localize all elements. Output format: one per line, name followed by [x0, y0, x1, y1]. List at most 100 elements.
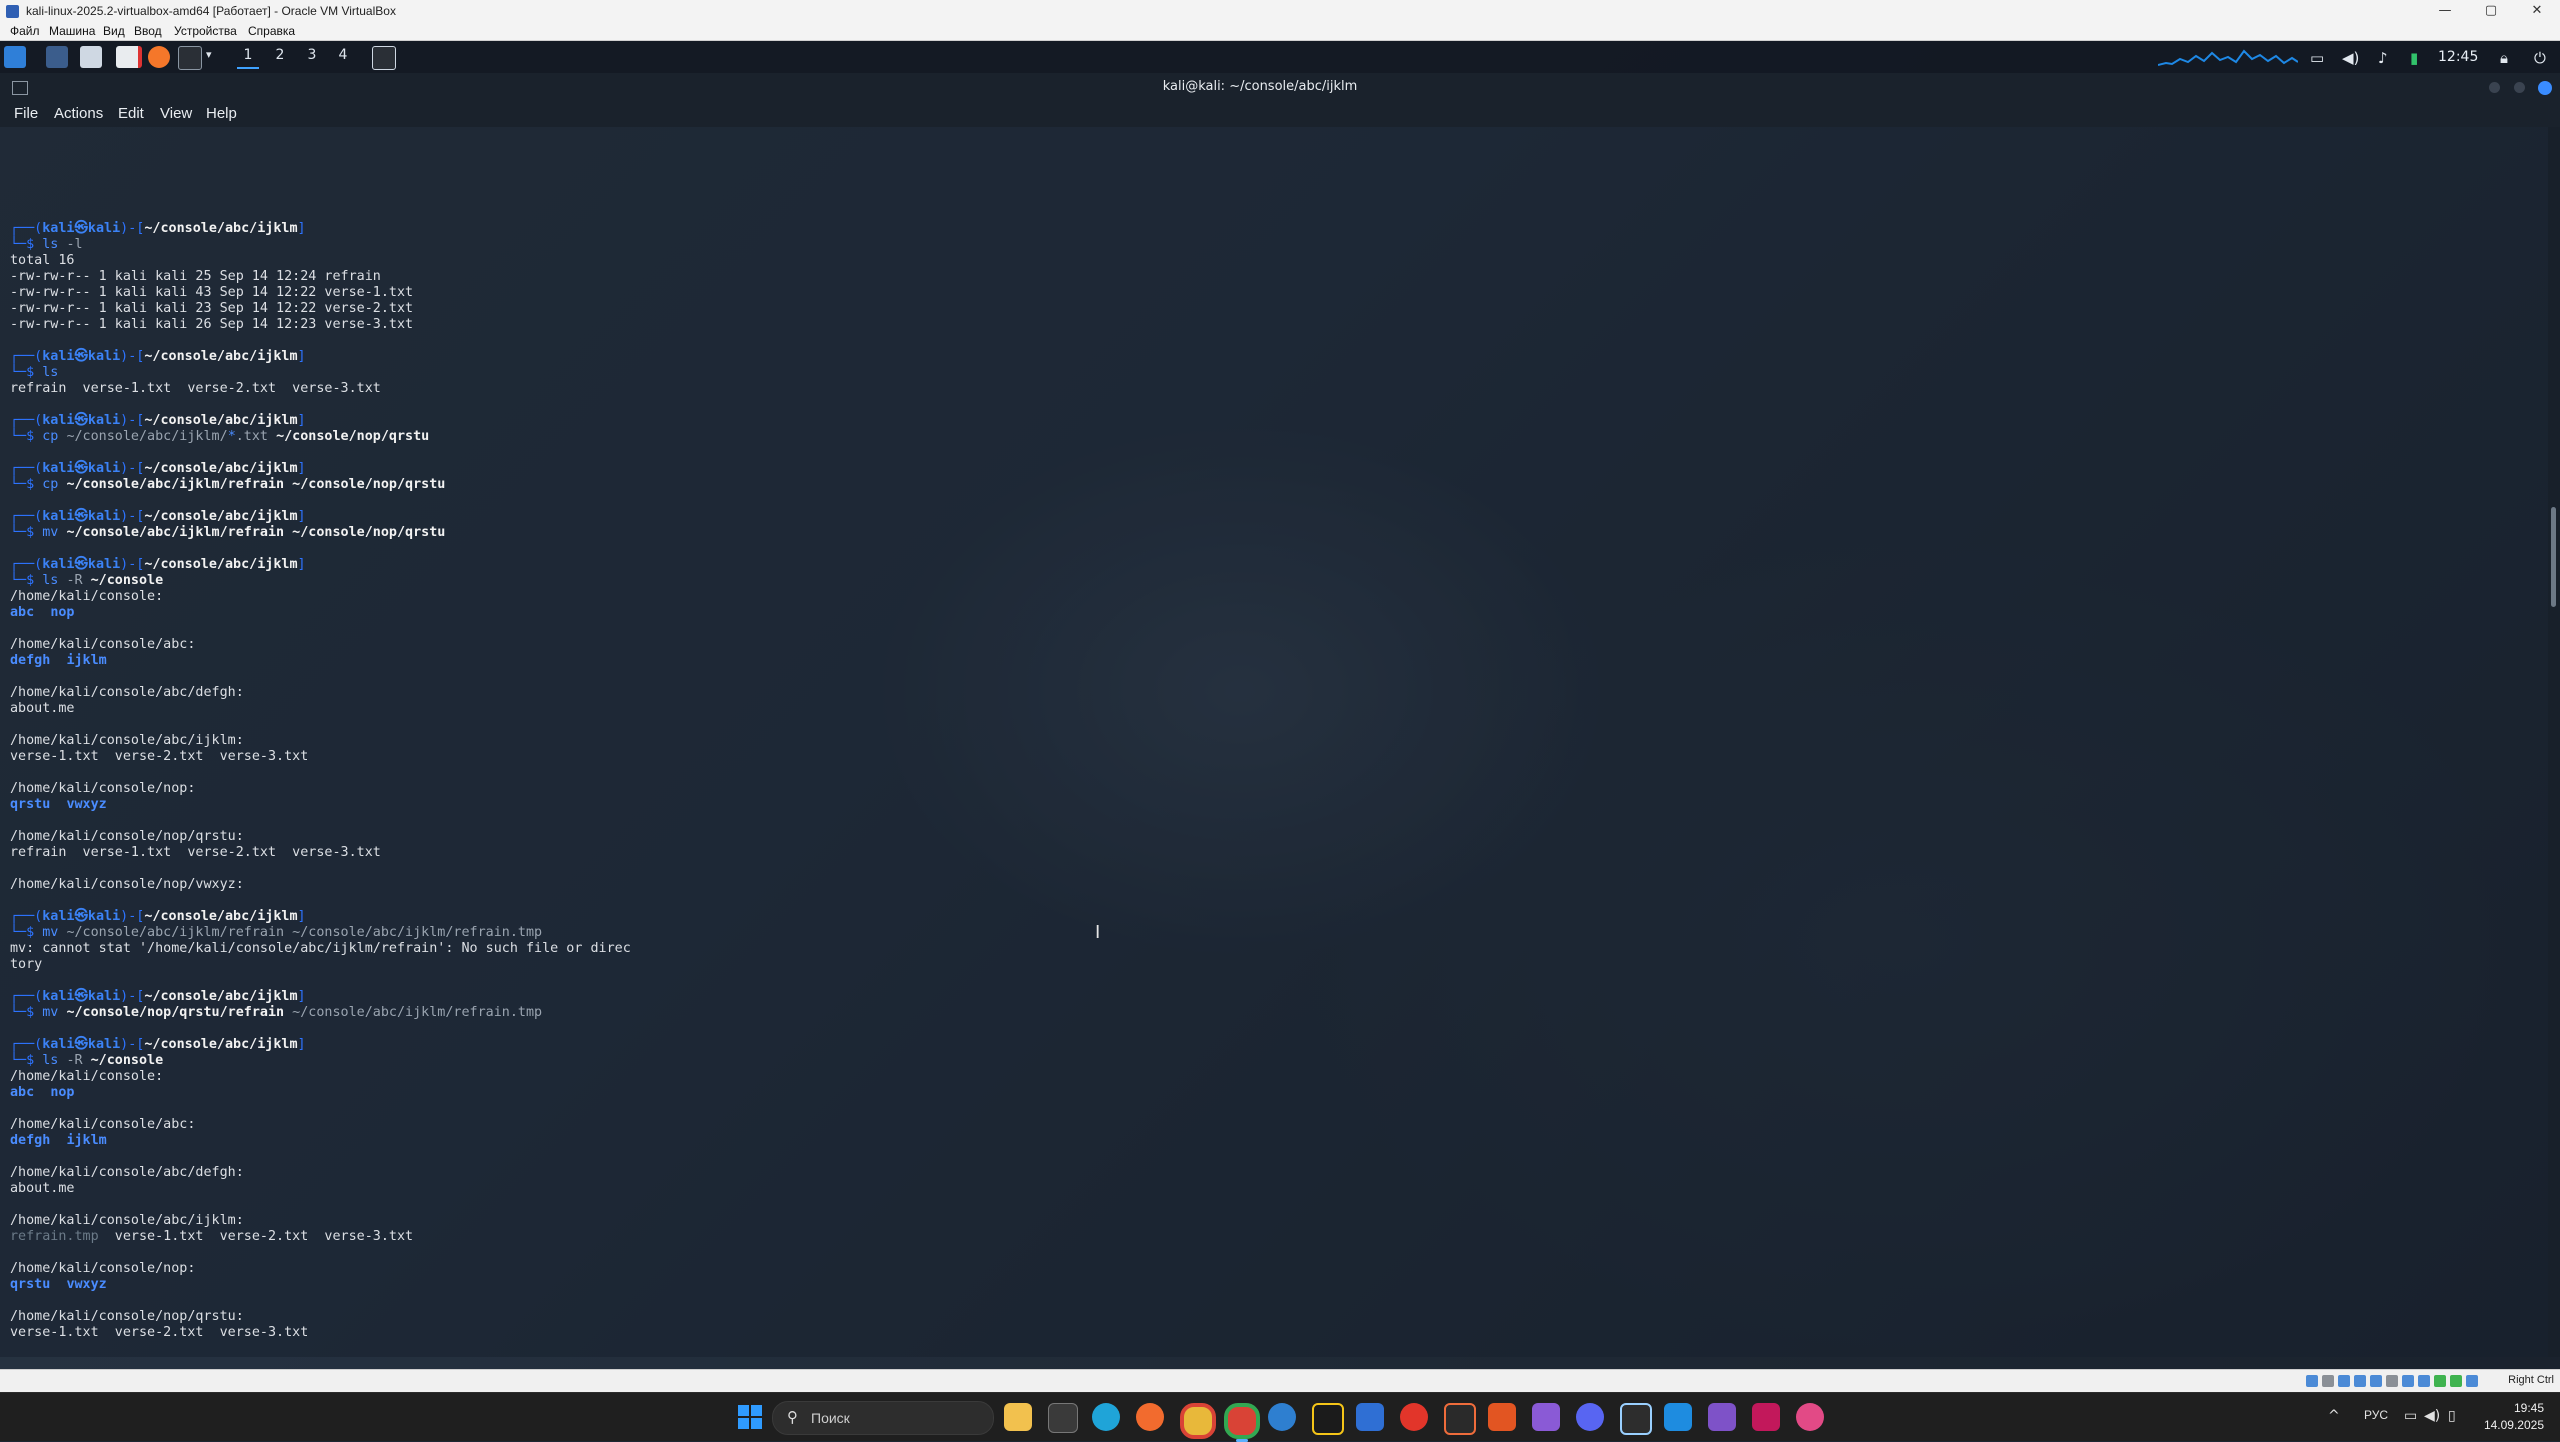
blank-line	[10, 1245, 631, 1261]
prompt-line: ┌──(kali㉿kali)-[~/console/abc/ijklm]	[10, 909, 631, 925]
output-line: /home/kali/console/abc/ijklm:	[10, 1213, 631, 1229]
terminal-menu-actions[interactable]: Actions	[54, 105, 103, 122]
prompt-bracket: )-[	[120, 509, 145, 524]
chevron-down-icon[interactable]: ▾	[206, 48, 212, 61]
text-editor-icon[interactable]	[116, 46, 142, 68]
maximize-icon[interactable]	[2514, 82, 2525, 93]
app-icon-10[interactable]	[1400, 1403, 1428, 1431]
prompt-host: kali	[87, 1037, 121, 1052]
workspace-2[interactable]: 2	[269, 47, 291, 67]
file-manager-icon[interactable]	[80, 46, 102, 68]
prompt-dollar: └─$	[10, 477, 43, 492]
workspace-1[interactable]: 1	[237, 47, 259, 69]
recording-status-icon[interactable]	[2418, 1375, 2430, 1387]
chrome-icon[interactable]	[1180, 1403, 1216, 1439]
terminal-menu-help[interactable]: Help	[206, 105, 237, 122]
keyboard-capture-icon[interactable]	[2466, 1375, 2478, 1387]
app-icon-19[interactable]	[1796, 1403, 1824, 1431]
battery-tray-icon[interactable]: ▯	[2448, 1408, 2456, 1424]
volume-icon[interactable]: ◀)	[2342, 49, 2359, 67]
terminal-window-button[interactable]	[372, 46, 396, 70]
prompt-path: ~/console/abc/ijklm	[144, 557, 298, 572]
maximize-button[interactable]: ▢	[2468, 0, 2514, 22]
menu-file[interactable]: Файл	[10, 24, 40, 38]
blank-line	[10, 621, 631, 637]
menu-help[interactable]: Справка	[248, 24, 295, 38]
terminal-menu-edit[interactable]: Edit	[118, 105, 144, 122]
mouse-integration-icon[interactable]	[2450, 1375, 2462, 1387]
vscode-icon[interactable]	[1664, 1403, 1692, 1431]
terminal-menu-file[interactable]: File	[14, 105, 38, 122]
lock-icon[interactable]: 🔒︎	[2500, 49, 2508, 67]
output-line: /home/kali/console:	[10, 589, 631, 605]
workspace-3[interactable]: 3	[301, 47, 323, 67]
display-status-icon[interactable]	[2402, 1375, 2414, 1387]
network-icon[interactable]: ▭	[2404, 1408, 2417, 1424]
usb-status-icon[interactable]	[2370, 1375, 2382, 1387]
close-icon[interactable]	[2538, 81, 2552, 95]
prompt-host: kali	[87, 461, 121, 476]
terminal-menu-view[interactable]: View	[160, 105, 192, 122]
windows-start-icon[interactable]	[738, 1405, 762, 1429]
language-indicator[interactable]: РУС	[2364, 1408, 2388, 1422]
logout-icon[interactable]: ⏻	[2534, 49, 2546, 67]
menu-input[interactable]: Ввод	[134, 24, 162, 38]
terminal-output[interactable]: ┌──(kali㉿kali)-[~/console/abc/ijklm] └─$ …	[0, 127, 2548, 1357]
terminal-scrollbar[interactable]	[2548, 127, 2560, 1357]
firefox-taskbar-icon[interactable]	[1136, 1403, 1164, 1431]
speaker-icon[interactable]: ◀)	[2424, 1408, 2440, 1424]
windows-terminal-icon[interactable]	[1048, 1403, 1078, 1433]
menu-machine[interactable]: Машина	[49, 24, 95, 38]
output-text: /home/kali/console:	[10, 1069, 164, 1084]
close-button[interactable]: ✕	[2514, 0, 2560, 22]
edge-icon[interactable]	[1092, 1403, 1120, 1431]
tray-overflow-chevron-icon[interactable]: ^	[2328, 1408, 2340, 1424]
scrollbar-thumb[interactable]	[2551, 507, 2556, 607]
output-line: defgh ijklm	[10, 653, 631, 669]
command-arg: *	[227, 429, 236, 444]
prompt-host: kali	[87, 557, 121, 572]
visual-studio-icon[interactable]	[1532, 1403, 1560, 1431]
visual-studio-2-icon[interactable]	[1708, 1403, 1736, 1431]
sublime-icon[interactable]	[1488, 1403, 1516, 1431]
terminal-launcher-icon[interactable]	[178, 46, 202, 70]
explorer-icon[interactable]	[1004, 1403, 1032, 1431]
hdd-status-icon[interactable]	[2306, 1375, 2318, 1387]
prompt-user: kali	[42, 413, 75, 428]
prompt-line: ┌──(kali㉿kali)-[~/console/abc/ijklm]	[10, 557, 631, 573]
directory-name: qrstu	[10, 797, 51, 812]
taskbar-date[interactable]: 14.09.2025	[2472, 1418, 2544, 1432]
shared-folders-icon[interactable]	[2386, 1375, 2398, 1387]
app-icon-18[interactable]	[1752, 1403, 1780, 1431]
chart-app-icon[interactable]	[1356, 1403, 1384, 1431]
firefox-icon[interactable]	[148, 46, 170, 68]
output-text: refrain.tmp	[10, 1229, 99, 1244]
optical-drive-icon[interactable]	[2322, 1375, 2334, 1387]
taskbar-time[interactable]: 19:45	[2472, 1401, 2544, 1415]
menu-devices[interactable]: Устройства	[174, 24, 237, 38]
app-icon-11[interactable]	[1444, 1403, 1476, 1435]
output-line: abc nop	[10, 605, 631, 621]
chrome-active-icon[interactable]	[1224, 1403, 1260, 1442]
blank-line	[10, 1293, 631, 1309]
show-desktop-icon[interactable]	[46, 46, 68, 68]
app-icon-7[interactable]	[1268, 1403, 1296, 1431]
app-icon-8[interactable]	[1312, 1403, 1344, 1435]
menu-view[interactable]: Вид	[103, 24, 125, 38]
kali-menu-icon[interactable]	[4, 46, 26, 68]
audio-status-icon[interactable]	[2338, 1375, 2350, 1387]
cpu-status-icon[interactable]	[2434, 1375, 2446, 1387]
minimize-button[interactable]: —	[2422, 0, 2468, 22]
blank-line	[10, 397, 631, 413]
discord-icon[interactable]	[1576, 1403, 1604, 1431]
prompt-dollar: └─$	[10, 573, 43, 588]
display-icon[interactable]: ▭	[2310, 49, 2324, 67]
virtualbox-taskbar-icon[interactable]	[1620, 1403, 1652, 1435]
taskbar-search[interactable]: ⚲ Поиск	[772, 1401, 994, 1435]
network-status-icon[interactable]	[2354, 1375, 2366, 1387]
minimize-icon[interactable]	[2489, 82, 2500, 93]
workspace-4[interactable]: 4	[332, 47, 354, 67]
notification-bell-icon[interactable]: ♪	[2378, 49, 2388, 67]
panel-clock[interactable]: 12:45	[2438, 49, 2478, 65]
